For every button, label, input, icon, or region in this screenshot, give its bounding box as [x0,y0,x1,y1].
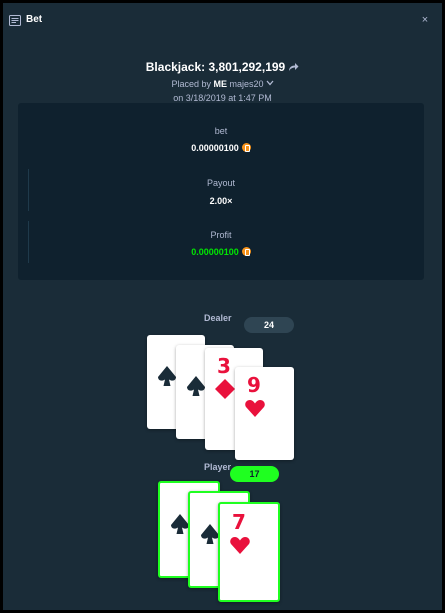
payout-label: Payout [206,178,236,188]
profit-amount: 0.00000100 [18,247,424,257]
btc-coin-icon [241,247,251,256]
modal-title: Bet [26,14,43,25]
player-score-badge: 17 [230,466,279,482]
card-rank: 3 [202,499,216,523]
dealer-label: Dealer [204,313,232,323]
username-link[interactable]: majes20 [230,79,264,89]
modal-header: Bet × [3,3,442,39]
placed-by-prefix: Placed by [171,79,211,89]
payout-value: 2.00× [209,196,233,206]
bet-amount-value: 0.00000100 [191,143,239,153]
bet-modal: Bet × Blackjack: 3,801,292,199 Placed by… [3,3,442,610]
card-rank: 3 [217,354,231,378]
card-rank: 7 [232,510,246,534]
share-icon[interactable] [288,62,299,72]
placed-by: Placed by ME majes20 [3,79,442,89]
bet-id: Blackjack: 3,801,292,199 [145,60,286,74]
spade-icon [187,376,205,396]
heart-icon [230,537,250,554]
diamond-icon [215,379,235,399]
heart-icon [245,400,265,417]
player-card: 7 [218,502,280,602]
profit-label: Profit [210,230,232,240]
spade-icon [158,366,176,386]
card-rank: 7 [172,489,186,513]
rank-badge: ME [213,79,228,89]
placed-on-date: on 3/18/2019 at 1:47 PM [173,93,272,103]
chevron-down-icon[interactable] [266,80,274,86]
card-rank: J [159,341,167,365]
dealer-score-badge: 24 [244,317,294,333]
close-button[interactable]: × [418,13,432,27]
player-label: Player [204,462,232,472]
bet-title: Blackjack: 3,801,292,199 [3,60,442,74]
bet-amount: 0.00000100 [18,143,424,153]
receipt-icon [9,15,21,26]
dealer-card: 9 [235,367,294,460]
bet-label: bet [214,126,228,136]
btc-coin-icon [241,143,251,152]
card-rank: 2 [188,351,202,375]
profit-amount-value: 0.00000100 [191,247,239,257]
card-rank: 9 [247,373,261,397]
bet-stats-panel: bet 0.00000100 Payout 2.00× Profit 0.000… [18,103,424,280]
